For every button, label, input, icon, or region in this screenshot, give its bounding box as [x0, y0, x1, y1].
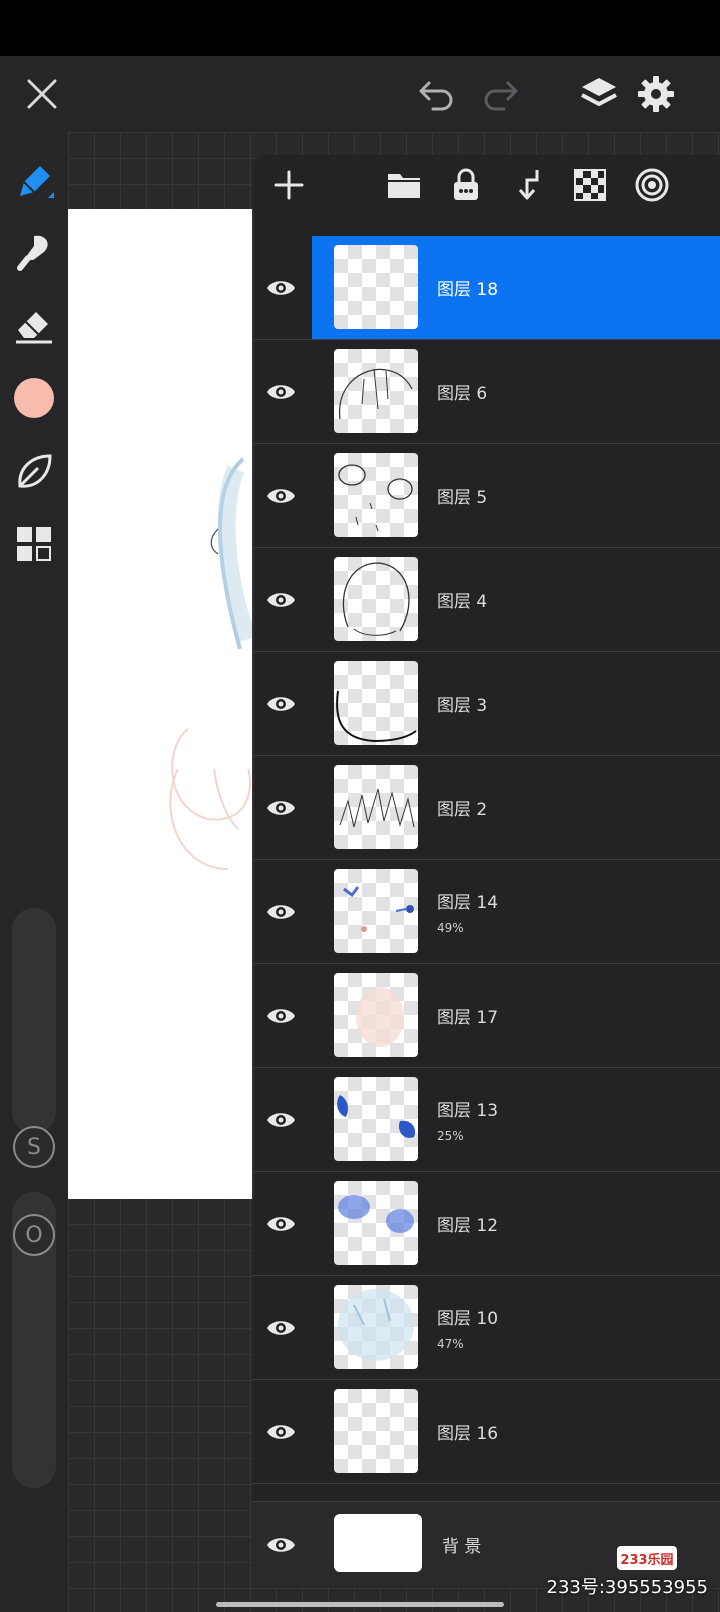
layer-row[interactable]: 图层 5	[252, 444, 720, 548]
merge-down-icon[interactable]	[506, 161, 554, 209]
layer-opacity: 47%	[437, 1337, 464, 1351]
add-layer-icon[interactable]	[265, 161, 313, 209]
eye-icon[interactable]	[266, 482, 296, 510]
layer-opacity: 25%	[437, 1129, 464, 1143]
layer-thumbnail	[334, 453, 418, 537]
layer-name: 图层 10	[437, 1309, 499, 1329]
eye-icon[interactable]	[266, 1531, 296, 1559]
layer-thumbnail	[334, 557, 418, 641]
layer-thumbnail	[334, 1285, 418, 1369]
layer-name: 图层 14	[437, 893, 499, 913]
watermark-logo: 233乐园	[617, 1546, 677, 1570]
eye-icon[interactable]	[266, 1210, 296, 1238]
layer-thumbnail	[334, 1389, 418, 1473]
leaf-tool-icon[interactable]	[6, 444, 62, 500]
color-swatch[interactable]	[6, 370, 62, 426]
layer-thumbnail	[334, 349, 418, 433]
layer-list: 图层 18 图层 6 图层 5 图层 4 图层 3 图层 2 图层 14 49%…	[252, 236, 720, 1484]
folder-icon[interactable]	[380, 161, 428, 209]
layer-row[interactable]: 图层 2	[252, 756, 720, 860]
layer-row[interactable]: 图层 16	[252, 1380, 720, 1484]
layer-name: 图层 4	[437, 592, 488, 612]
layer-name: 图层 13	[437, 1101, 499, 1121]
eye-icon[interactable]	[266, 378, 296, 406]
sketch-drawing	[169, 457, 257, 870]
artboard[interactable]	[68, 209, 257, 1199]
layer-name: 图层 16	[437, 1424, 499, 1444]
home-indicator[interactable]	[216, 1602, 504, 1607]
layer-thumbnail	[334, 1181, 418, 1265]
layers-toolbar	[252, 155, 720, 211]
size-slider[interactable]	[12, 908, 56, 1134]
layer-name: 图层 2	[437, 800, 488, 820]
background-thumbnail	[334, 1514, 422, 1572]
lock-icon[interactable]	[442, 161, 490, 209]
layer-row[interactable]: 图层 18	[252, 236, 720, 340]
eye-icon[interactable]	[266, 898, 296, 926]
smudge-tool-icon[interactable]	[6, 224, 62, 280]
eraser-tool-icon[interactable]	[6, 296, 62, 352]
layers-panel: 图层 18 图层 6 图层 5 图层 4 图层 3 图层 2 图层 14 49%…	[252, 155, 720, 1587]
layer-name: 图层 5	[437, 488, 488, 508]
eye-icon[interactable]	[266, 1418, 296, 1446]
redo-icon[interactable]	[468, 56, 532, 132]
eye-icon[interactable]	[266, 1106, 296, 1134]
layer-row[interactable]: 图层 10 47%	[252, 1276, 720, 1380]
eye-icon[interactable]	[266, 586, 296, 614]
layer-thumbnail	[334, 973, 418, 1057]
layer-row[interactable]: 图层 17	[252, 964, 720, 1068]
background-layer-name: 背 景	[442, 1537, 482, 1557]
layer-name: 图层 6	[437, 384, 488, 404]
layer-thumbnail	[334, 1077, 418, 1161]
eye-icon[interactable]	[266, 690, 296, 718]
layer-opacity: 49%	[437, 921, 464, 935]
watermark-text: 233号:395553955	[546, 1577, 709, 1598]
layer-row[interactable]: 图层 4	[252, 548, 720, 652]
eye-icon[interactable]	[266, 794, 296, 822]
opacity-slider-chip[interactable]: O	[13, 1214, 55, 1256]
layer-name: 图层 12	[437, 1216, 499, 1236]
layer-thumbnail	[334, 869, 418, 953]
top-bar	[0, 56, 720, 132]
status-bar	[0, 0, 720, 56]
layer-name: 图层 3	[437, 696, 488, 716]
layer-row[interactable]: 图层 14 49%	[252, 860, 720, 964]
gallery-grid-icon[interactable]	[6, 516, 62, 572]
close-icon[interactable]	[10, 56, 74, 132]
undo-icon[interactable]	[405, 56, 469, 132]
blend-mode-icon[interactable]	[628, 161, 676, 209]
eye-icon[interactable]	[266, 1002, 296, 1030]
brush-tool-icon[interactable]	[6, 154, 62, 210]
layer-row[interactable]: 图层 13 25%	[252, 1068, 720, 1172]
layer-name: 图层 18	[437, 280, 499, 300]
gear-icon[interactable]	[624, 56, 688, 132]
layer-row[interactable]: 图层 6	[252, 340, 720, 444]
size-slider-chip[interactable]: S	[13, 1126, 55, 1168]
transparency-checker-icon[interactable]	[566, 161, 614, 209]
eye-icon[interactable]	[266, 1314, 296, 1342]
layer-thumbnail	[334, 765, 418, 849]
layer-row[interactable]: 图层 12	[252, 1172, 720, 1276]
layer-name: 图层 17	[437, 1008, 499, 1028]
layers-icon[interactable]	[567, 56, 631, 132]
layer-row[interactable]: 图层 3	[252, 652, 720, 756]
layer-thumbnail	[334, 661, 418, 745]
left-toolbar: S O	[0, 132, 68, 1612]
layer-thumbnail	[334, 245, 418, 329]
eye-icon[interactable]	[266, 274, 296, 302]
